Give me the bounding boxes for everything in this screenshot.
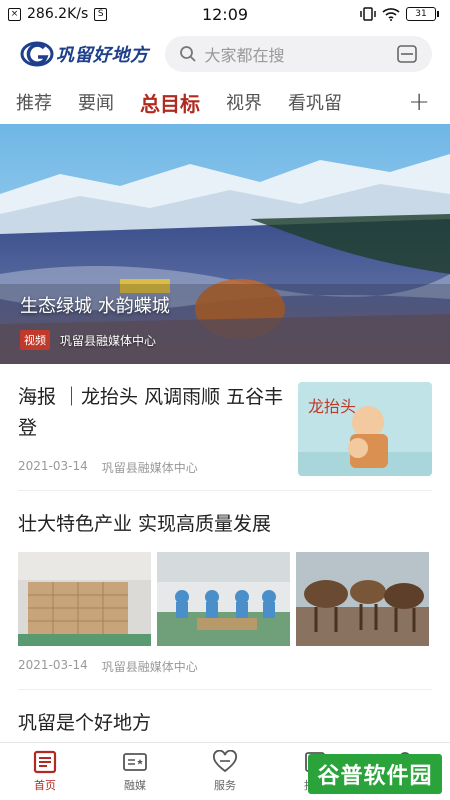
status-bar: × 286.2K/s S 12:09 31: [0, 0, 450, 28]
vibrate-icon: [360, 7, 376, 21]
tab-see-gongliu[interactable]: 看巩留: [288, 89, 342, 115]
home-news-icon: [33, 750, 57, 774]
hero-title: 生态绿城 水韵蝶城: [20, 296, 170, 317]
nav-label: 服务: [214, 779, 236, 792]
nav-label: 融媒: [124, 779, 146, 792]
logo-mark-icon: [20, 41, 54, 67]
add-channel-icon[interactable]: +: [408, 87, 430, 117]
app-notification-icon: S: [94, 7, 108, 21]
hero-landscape-image: [0, 124, 450, 364]
list-item[interactable]: 巩留是个好地方: [18, 690, 432, 739]
scan-icon[interactable]: [396, 44, 418, 64]
hero-meta: 视频 巩留县融媒体中心: [20, 330, 156, 350]
app-bar: 巩留好地方 大家都在搜: [0, 28, 450, 80]
hero-source: 巩留县融媒体中心: [60, 333, 157, 348]
media-card-icon: [123, 753, 147, 771]
search-bar[interactable]: 大家都在搜: [164, 36, 432, 72]
search-icon: [179, 46, 196, 62]
article-meta: 2021-03-14 巩留县融媒体中心: [18, 658, 432, 675]
heart-service-icon: [213, 750, 237, 773]
dragon-poster-image: 龙抬头: [298, 382, 432, 476]
nav-media[interactable]: 融媒: [90, 743, 180, 800]
article-date: 2021-03-14: [18, 459, 88, 473]
news-list: 海报 ｜龙抬头 风调雨顺 五谷丰登 2021-03-14 巩留县融媒体中心 龙抬…: [0, 364, 450, 739]
article-title: 海报 ｜龙抬头 风调雨顺 五谷丰登: [18, 386, 284, 439]
nav-home[interactable]: 首页: [0, 743, 90, 800]
article-image: [296, 552, 429, 646]
search-placeholder: 大家都在搜: [204, 46, 285, 65]
nav-label: 首页: [34, 779, 56, 792]
logo-text: 巩留好地方: [56, 45, 149, 66]
list-item[interactable]: 壮大特色产业 实现高质量发展 2021-03-14 巩留县融媒体中心: [18, 491, 432, 690]
channel-tabs: 推荐 要闻 总目标 视界 看巩留 +: [0, 80, 450, 124]
article-image: [18, 552, 151, 646]
article-source: 巩留县融媒体中心: [101, 660, 198, 674]
app-logo[interactable]: 巩留好地方: [20, 39, 149, 69]
article-image-row: [18, 552, 432, 646]
tab-headlines[interactable]: 要闻: [78, 89, 114, 115]
tab-vision[interactable]: 视界: [226, 89, 262, 115]
close-notification-icon: ×: [8, 7, 21, 21]
article-thumbnail: 龙抬头: [298, 382, 432, 476]
watermark-logo: 谷普软件园: [308, 754, 442, 794]
hero-banner[interactable]: 生态绿城 水韵蝶城 视频 巩留县融媒体中心: [0, 124, 450, 364]
thumb-text: 龙抬头: [308, 397, 356, 416]
article-meta: 2021-03-14 巩留县融媒体中心: [18, 459, 284, 476]
wifi-icon: [382, 8, 400, 21]
article-source: 巩留县融媒体中心: [101, 461, 198, 475]
tab-recommend[interactable]: 推荐: [16, 89, 52, 115]
list-item[interactable]: 海报 ｜龙抬头 风调雨顺 五谷丰登 2021-03-14 巩留县融媒体中心 龙抬…: [18, 364, 432, 491]
network-speed: 286.2K/s: [27, 6, 89, 22]
article-title: 巩留是个好地方: [18, 712, 152, 734]
video-badge: 视频: [20, 330, 50, 350]
article-title: 壮大特色产业 实现高质量发展: [18, 513, 272, 535]
article-image: [157, 552, 290, 646]
tab-overall-goal[interactable]: 总目标: [140, 88, 200, 117]
article-date: 2021-03-14: [18, 658, 88, 672]
nav-service[interactable]: 服务: [180, 743, 270, 800]
battery-icon: 31: [406, 7, 439, 21]
